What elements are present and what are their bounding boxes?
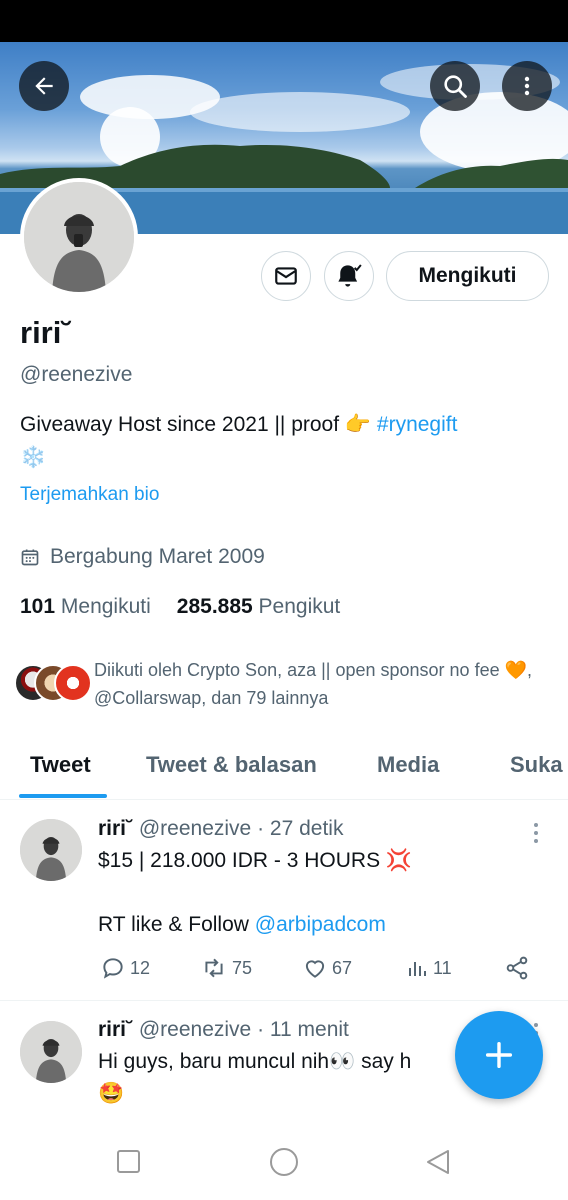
- more-options-button[interactable]: [502, 61, 552, 111]
- followers-count: 285.885: [176, 595, 253, 618]
- following-button[interactable]: Mengikuti: [386, 251, 549, 301]
- bio-emoji: ❄️: [20, 446, 47, 469]
- retweet-count: 75: [232, 957, 253, 978]
- tweet-header: riri˘ @reenezive · 11 menit: [98, 1018, 349, 1042]
- tweet-author-handle[interactable]: @reenezive: [139, 817, 251, 840]
- tweet-text: Hi guys, baru muncul nih👀 say h 🤩: [98, 1046, 458, 1110]
- profile-handle: @reenezive: [20, 363, 133, 386]
- recent-apps-button[interactable]: [117, 1150, 140, 1173]
- tweet-mention[interactable]: @arbipadcom: [255, 913, 386, 936]
- tweet-divider: [0, 1000, 568, 1001]
- more-vertical-icon: [534, 823, 538, 843]
- home-button[interactable]: [270, 1148, 298, 1176]
- followed-by-avatars: [14, 656, 94, 702]
- tweet-line-2: 🤩: [98, 1082, 125, 1105]
- tweet-time: · 11 menit: [257, 1018, 349, 1041]
- tweet-actions: 12 75 67 11: [100, 955, 532, 985]
- heart-icon: [305, 960, 325, 978]
- followers-stat[interactable]: 285.885 Pengikut: [177, 595, 341, 619]
- following-stat[interactable]: 101 Mengikuti: [20, 595, 151, 619]
- status-bar: [0, 0, 568, 42]
- like-count: 67: [332, 957, 353, 978]
- tab-likes[interactable]: Suka: [510, 752, 563, 778]
- followers-label: Pengikut: [258, 595, 341, 618]
- follower-avatar-3: [54, 664, 92, 702]
- active-tab-indicator: [19, 794, 107, 798]
- joined-date: Bergabung Maret 2009: [20, 545, 265, 569]
- tab-media[interactable]: Media: [377, 752, 439, 778]
- mail-icon: [275, 267, 297, 285]
- retweet-icon: [205, 958, 223, 978]
- search-button[interactable]: [430, 61, 480, 111]
- system-navigation-bar: [0, 1120, 568, 1200]
- follow-stats: 101 Mengikuti 285.885 Pengikut: [20, 595, 340, 619]
- back-arrow-icon: [35, 77, 53, 95]
- profile-name: riri˘: [20, 315, 72, 350]
- bio-text: Giveaway Host since 2021 || proof 👉: [20, 413, 377, 436]
- followed-by[interactable]: Diikuti oleh Crypto Son, aza || open spo…: [14, 656, 554, 712]
- compose-tweet-button[interactable]: [455, 1011, 543, 1099]
- tweet-author-handle[interactable]: @reenezive: [139, 1018, 251, 1041]
- profile-tabs: Tweet Tweet & balasan Media Suka: [0, 740, 568, 800]
- tweet-avatar[interactable]: [20, 1021, 82, 1083]
- following-label: Mengikuti: [60, 595, 151, 618]
- joined-text: Bergabung Maret 2009: [50, 545, 265, 568]
- views-count: 11: [433, 957, 452, 978]
- tab-tweet-replies[interactable]: Tweet & balasan: [146, 752, 317, 778]
- avatar-photo: [24, 182, 134, 292]
- search-icon: [444, 75, 467, 98]
- message-button[interactable]: [261, 251, 311, 301]
- system-back-button[interactable]: [427, 1150, 449, 1174]
- views-icon: [409, 962, 426, 976]
- reply-icon: [103, 958, 123, 979]
- bio-hashtag[interactable]: #rynegift: [377, 413, 458, 436]
- reply-button[interactable]: 12: [100, 955, 150, 981]
- views-button[interactable]: 11: [405, 955, 452, 981]
- notifications-button[interactable]: [324, 251, 374, 301]
- tweet-line-1: $15 | 218.000 IDR - 3 HOURS 💢: [98, 849, 413, 872]
- tweet-text: $15 | 218.000 IDR - 3 HOURS 💢 RT like & …: [98, 845, 538, 941]
- profile-bio: Giveaway Host since 2021 || proof 👉 #ryn…: [20, 408, 550, 474]
- tweet-avatar[interactable]: [20, 819, 82, 881]
- back-button[interactable]: [19, 61, 69, 111]
- tweet-more-button[interactable]: [532, 822, 540, 844]
- tweet-time: · 27 detik: [257, 817, 344, 840]
- share-icon: [506, 956, 528, 980]
- tab-tweet[interactable]: Tweet: [30, 752, 91, 778]
- profile-avatar[interactable]: [20, 178, 138, 296]
- tweet-line-1: Hi guys, baru muncul nih👀 say h: [98, 1050, 412, 1073]
- reply-count: 12: [130, 957, 151, 978]
- tweet-author-name[interactable]: riri˘: [98, 1018, 133, 1041]
- calendar-icon: [21, 549, 39, 566]
- retweet-button[interactable]: 75: [200, 955, 252, 981]
- bell-icon: [338, 264, 362, 287]
- plus-icon: [485, 1041, 513, 1069]
- more-vertical-icon: [524, 76, 530, 96]
- translate-bio-link[interactable]: Terjemahkan bio: [20, 484, 159, 506]
- tweet-line-2: RT like & Follow: [98, 913, 255, 936]
- share-button[interactable]: [504, 955, 530, 981]
- following-count: 101: [20, 595, 56, 618]
- tweet-header: riri˘ @reenezive · 27 detik: [98, 817, 343, 841]
- followed-by-text: Diikuti oleh Crypto Son, aza || open spo…: [94, 660, 533, 708]
- like-button[interactable]: 67: [302, 955, 352, 981]
- tweet-author-name[interactable]: riri˘: [98, 817, 133, 840]
